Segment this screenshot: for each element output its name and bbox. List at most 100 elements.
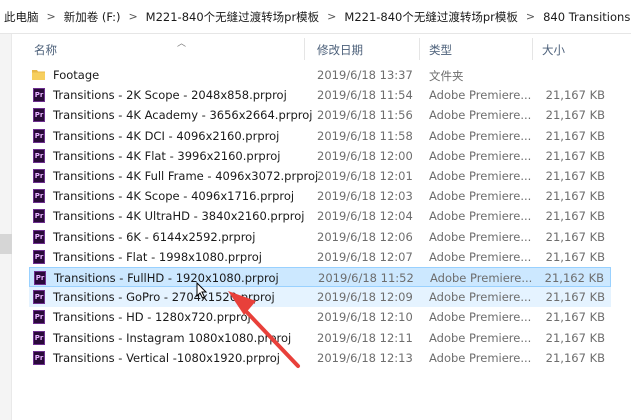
premiere-file-icon: Pr xyxy=(33,189,45,203)
file-type: Adobe Premiere... xyxy=(429,331,532,345)
mouse-cursor-icon xyxy=(196,282,208,299)
file-type: Adobe Premiere... xyxy=(429,129,532,143)
navigation-pane-edge[interactable] xyxy=(0,34,12,420)
scroll-thumb[interactable] xyxy=(0,234,12,254)
file-date: 2019/6/18 11:56 xyxy=(317,108,413,122)
file-name: Footage xyxy=(53,68,100,82)
file-row[interactable]: Pr Transitions - Flat - 1998x1080.prproj 2… xyxy=(29,247,611,267)
file-size: 21,167 KB xyxy=(545,230,605,244)
file-type: Adobe Premiere... xyxy=(429,290,532,304)
file-name: Transitions - 4K Full Frame - 4096x3072.… xyxy=(53,169,319,183)
file-date: 2019/6/18 12:01 xyxy=(317,169,413,183)
premiere-file-icon: Pr xyxy=(33,149,45,163)
file-type: Adobe Premiere... xyxy=(429,169,532,183)
file-row[interactable]: Pr Transitions - 2K Scope - 2048x858.prpr… xyxy=(29,85,611,105)
breadcrumb-item[interactable]: 此电脑 xyxy=(0,9,45,25)
file-size: 21,167 KB xyxy=(545,290,605,304)
breadcrumb-item[interactable]: M221-840个无缝过渡转场pr模板 xyxy=(140,9,326,25)
file-size: 21,167 KB xyxy=(545,351,605,365)
file-row[interactable]: Pr Transitions - GoPro - 2704x1520.prproj… xyxy=(29,287,611,307)
file-row[interactable]: Pr Transitions - FullHD - 1920x1080.prpro… xyxy=(29,267,611,287)
column-divider[interactable] xyxy=(304,38,305,60)
file-type: Adobe Premiere... xyxy=(429,149,532,163)
file-row[interactable]: Pr Transitions - 4K Academy - 3656x2664.p… xyxy=(29,105,611,125)
file-date: 2019/6/18 13:37 xyxy=(317,68,413,82)
breadcrumb-item[interactable]: 840 Transitions xyxy=(537,10,631,24)
file-date: 2019/6/18 12:03 xyxy=(317,189,413,203)
file-type: Adobe Premiere... xyxy=(429,209,532,223)
file-size: 21,167 KB xyxy=(545,189,605,203)
file-name: Transitions - 4K Academy - 3656x2664.prp… xyxy=(53,108,313,122)
premiere-file-icon: Pr xyxy=(33,250,45,264)
file-date: 2019/6/18 12:04 xyxy=(317,209,413,223)
file-date: 2019/6/18 12:09 xyxy=(317,290,413,304)
column-divider[interactable] xyxy=(532,38,533,60)
breadcrumb: 此电脑 > 新加卷 (F:) > M221-840个无缝过渡转场pr模板 > M221-84… xyxy=(0,0,631,34)
premiere-file-icon: Pr xyxy=(33,209,45,223)
file-type: Adobe Premiere... xyxy=(429,108,532,122)
file-row[interactable]: Pr Transitions - HD - 1280x720.prproj 2019… xyxy=(29,307,611,327)
column-header-row: ︿ 名称 修改日期 类型 大小 xyxy=(14,36,631,62)
file-row[interactable]: Pr Transitions - 4K UltraHD - 3840x2160.p… xyxy=(29,206,611,226)
file-date: 2019/6/18 12:10 xyxy=(317,310,413,324)
file-row[interactable]: Pr Transitions - Instagram 1080x1080.prpr… xyxy=(29,328,611,348)
file-size: 21,167 KB xyxy=(545,169,605,183)
file-size: 21,167 KB xyxy=(545,129,605,143)
sort-ascending-icon: ︿ xyxy=(177,39,187,49)
file-date: 2019/6/18 12:06 xyxy=(317,230,413,244)
file-row[interactable]: Pr Transitions - 4K Full Frame - 4096x307… xyxy=(29,166,611,186)
premiere-file-icon: Pr xyxy=(33,108,45,122)
file-date: 2019/6/18 12:11 xyxy=(317,331,413,345)
file-type: Adobe Premiere... xyxy=(429,189,532,203)
file-date: 2019/6/18 11:58 xyxy=(317,129,413,143)
file-type: Adobe Premiere... xyxy=(429,351,532,365)
file-date: 2019/6/18 11:52 xyxy=(318,271,414,285)
file-row[interactable]: Pr Transitions - Vertical -1080x1920.prpr… xyxy=(29,348,611,368)
file-row[interactable]: Pr Transitions - 4K Flat - 3996x2160.prpr… xyxy=(29,146,611,166)
premiere-file-icon: Pr xyxy=(33,88,45,102)
file-size: 21,167 KB xyxy=(545,331,605,345)
column-header-size[interactable]: 大小 xyxy=(542,42,565,58)
breadcrumb-separator[interactable]: > xyxy=(45,10,58,23)
file-date: 2019/6/18 12:13 xyxy=(317,351,413,365)
file-date: 2019/6/18 12:00 xyxy=(317,149,413,163)
breadcrumb-separator[interactable]: > xyxy=(524,10,537,23)
premiere-file-icon: Pr xyxy=(33,351,45,365)
premiere-file-icon: Pr xyxy=(33,230,45,244)
column-header-date[interactable]: 修改日期 xyxy=(317,42,363,58)
file-name: Transitions - HD - 1280x720.prproj xyxy=(53,310,251,324)
file-name: Transitions - 4K Scope - 4096x1716.prpro… xyxy=(53,189,295,203)
file-size: 21,167 KB xyxy=(545,310,605,324)
column-header-name[interactable]: 名称 xyxy=(34,42,57,58)
file-name: Transitions - Vertical -1080x1920.prproj xyxy=(53,351,280,365)
breadcrumb-separator[interactable]: > xyxy=(325,10,338,23)
file-name: Transitions - 2K Scope - 2048x858.prproj xyxy=(53,88,287,102)
file-size: 21,167 KB xyxy=(545,108,605,122)
premiere-file-icon: Pr xyxy=(33,331,45,345)
file-name: Transitions - 6K - 6144x2592.prproj xyxy=(53,230,256,244)
file-row[interactable]: Pr Transitions - 4K DCI - 4096x2160.prpro… xyxy=(29,126,611,146)
file-date: 2019/6/18 12:07 xyxy=(317,250,413,264)
file-name: Transitions - 4K Flat - 3996x2160.prproj xyxy=(53,149,281,163)
breadcrumb-separator[interactable]: > xyxy=(126,10,139,23)
breadcrumb-item[interactable]: 新加卷 (F:) xyxy=(58,9,127,25)
file-date: 2019/6/18 11:54 xyxy=(317,88,413,102)
file-name: Transitions - 4K DCI - 4096x2160.prproj xyxy=(53,129,280,143)
file-size: 21,167 KB xyxy=(545,250,605,264)
folder-row[interactable]: Footage 2019/6/18 13:37 文件夹 xyxy=(29,65,611,85)
file-row[interactable]: Pr Transitions - 6K - 6144x2592.prproj 201… xyxy=(29,227,611,247)
file-size: 21,167 KB xyxy=(545,88,605,102)
file-type: Adobe Premiere... xyxy=(429,230,532,244)
column-header-type[interactable]: 类型 xyxy=(429,42,452,58)
file-name: Transitions - GoPro - 2704x1520.prproj xyxy=(53,290,275,304)
column-divider[interactable] xyxy=(419,38,420,60)
premiere-file-icon: Pr xyxy=(34,271,46,285)
premiere-file-icon: Pr xyxy=(33,129,45,143)
file-row[interactable]: Pr Transitions - 4K Scope - 4096x1716.prp… xyxy=(29,186,611,206)
file-size: 21,167 KB xyxy=(545,149,605,163)
premiere-file-icon: Pr xyxy=(33,290,45,304)
file-type: Adobe Premiere... xyxy=(429,250,532,264)
file-size: 21,162 KB xyxy=(544,271,604,285)
breadcrumb-item[interactable]: M221-840个无缝过渡转场pr模板 xyxy=(338,9,524,25)
file-size: 21,167 KB xyxy=(545,209,605,223)
